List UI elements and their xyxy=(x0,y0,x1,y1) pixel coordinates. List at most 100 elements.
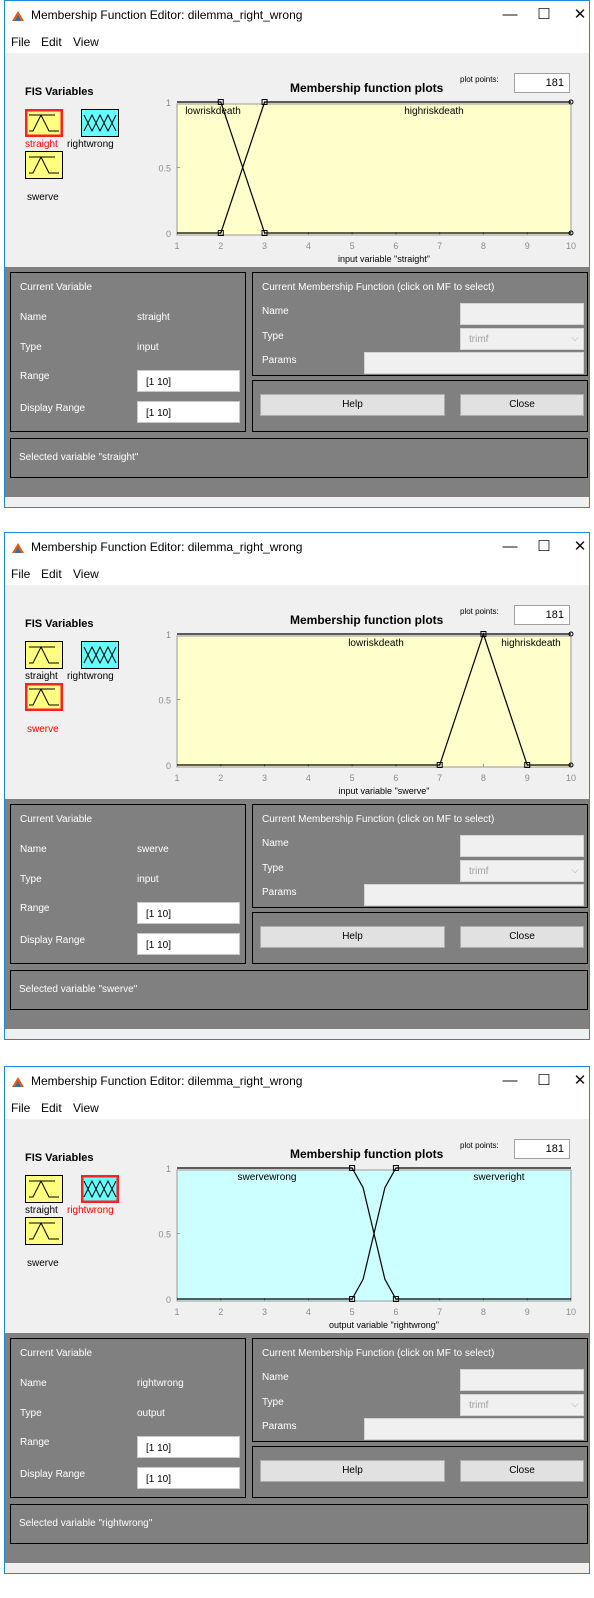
mf-editor-window: Membership Function Editor: dilemma_righ… xyxy=(4,532,590,1040)
menu-bar: File Edit View xyxy=(5,1097,589,1119)
menu-file[interactable]: File xyxy=(11,1101,30,1115)
range-input[interactable]: [1 10] xyxy=(137,902,240,924)
current-variable-panel: Current Variable Name rightwrong Type ou… xyxy=(10,1338,246,1498)
close-button[interactable]: Close xyxy=(460,1460,584,1482)
plot-area[interactable] xyxy=(176,635,572,768)
x-tick-label: 2 xyxy=(218,1307,223,1317)
close-window-button[interactable]: ✕ xyxy=(567,3,589,27)
x-tick-label: 2 xyxy=(218,773,223,783)
y-tick-label: 1 xyxy=(166,630,171,640)
title-bar[interactable]: Membership Function Editor: dilemma_righ… xyxy=(5,533,589,563)
menu-view[interactable]: View xyxy=(73,35,99,49)
matlab-icon xyxy=(12,543,24,553)
mf-type-value: trimf xyxy=(469,866,489,877)
variable-type-value: output xyxy=(137,1408,165,1419)
help-button[interactable]: Help xyxy=(260,926,445,948)
mf-label-swerveright[interactable]: swerveright xyxy=(473,1172,524,1183)
display-range-label: Display Range xyxy=(20,403,86,414)
membership-function-plot[interactable]: 0 0.5 1 1 2 3 4 5 6 7 8 9 10 input variable "straight… xyxy=(5,53,590,267)
x-tick-label: 8 xyxy=(481,1307,486,1317)
menu-view[interactable]: View xyxy=(73,1101,99,1115)
x-tick-label: 7 xyxy=(437,1307,442,1317)
current-variable-header: Current Variable xyxy=(20,282,93,293)
title-bar[interactable]: Membership Function Editor: dilemma_righ… xyxy=(5,1,589,31)
current-variable-panel: Current Variable Name straight Type inpu… xyxy=(10,272,246,432)
range-input[interactable]: [1 10] xyxy=(137,370,240,392)
display-range-label: Display Range xyxy=(20,1469,86,1480)
menu-edit[interactable]: Edit xyxy=(41,567,62,581)
close-button[interactable]: Close xyxy=(460,394,584,416)
mf-params-input[interactable] xyxy=(364,352,584,374)
type-label: Type xyxy=(20,874,42,885)
mf-type-select[interactable]: trimf ⌵ xyxy=(460,1394,584,1416)
x-tick-label: 3 xyxy=(262,773,267,783)
x-tick-label: 5 xyxy=(350,773,355,783)
display-range-input[interactable]: [1 10] xyxy=(137,1467,240,1489)
minimize-button[interactable]: — xyxy=(497,1069,523,1093)
type-label: Type xyxy=(20,1408,42,1419)
mf-label-highriskdeath[interactable]: highriskdeath xyxy=(404,106,463,117)
x-tick-label: 4 xyxy=(306,1307,311,1317)
y-tick-label: 0.5 xyxy=(158,1230,171,1240)
mf-name-input[interactable] xyxy=(460,303,584,325)
maximize-button[interactable]: ☐ xyxy=(531,1069,557,1093)
figure-area: FIS Variables straight rightwrong swerve… xyxy=(5,585,589,1029)
menu-view[interactable]: View xyxy=(73,567,99,581)
membership-function-plot[interactable]: 0 0.5 1 1 2 3 4 5 6 7 8 9 10 input variable "swerve" l… xyxy=(5,585,590,799)
chevron-down-icon: ⌵ xyxy=(571,1399,579,1410)
figure-area: FIS Variables straight rightwrong swerve… xyxy=(5,53,589,497)
mf-name-label: Name xyxy=(262,306,289,317)
display-range-label: Display Range xyxy=(20,935,86,946)
window-title: Membership Function Editor: dilemma_righ… xyxy=(31,1074,303,1088)
mf-type-select[interactable]: trimf ⌵ xyxy=(460,328,584,350)
menu-edit[interactable]: Edit xyxy=(41,1101,62,1115)
x-tick-label: 10 xyxy=(566,773,576,783)
mf-params-input[interactable] xyxy=(364,884,584,906)
mf-params-input[interactable] xyxy=(364,1418,584,1440)
help-button[interactable]: Help xyxy=(260,1460,445,1482)
current-mf-header: Current Membership Function (click on MF… xyxy=(262,282,495,293)
membership-function-plot[interactable]: 0 0.5 1 1 2 3 4 5 6 7 8 9 10 output variable "rightwr… xyxy=(5,1119,590,1333)
menu-edit[interactable]: Edit xyxy=(41,35,62,49)
matlab-icon xyxy=(12,1077,24,1087)
x-tick-label: 7 xyxy=(437,241,442,251)
x-axis-label: input variable "straight" xyxy=(338,254,430,264)
mf-name-label: Name xyxy=(262,838,289,849)
x-tick-label: 1 xyxy=(174,241,179,251)
menu-file[interactable]: File xyxy=(11,567,30,581)
close-window-button[interactable]: ✕ xyxy=(567,1069,589,1093)
display-range-input[interactable]: [1 10] xyxy=(137,401,240,423)
current-variable-header: Current Variable xyxy=(20,1348,93,1359)
mf-label-lowriskdeath[interactable]: lowriskdeath xyxy=(348,638,404,649)
minimize-button[interactable]: — xyxy=(497,535,523,559)
current-mf-header: Current Membership Function (click on MF… xyxy=(262,814,495,825)
chevron-down-icon: ⌵ xyxy=(571,865,579,876)
plot-area[interactable] xyxy=(176,103,572,236)
status-panel: Selected variable "rightwrong" xyxy=(10,1504,588,1544)
mf-label-highriskdeath[interactable]: highriskdeath xyxy=(501,638,560,649)
mf-editor-window: Membership Function Editor: dilemma_righ… xyxy=(4,0,590,508)
mf-type-select[interactable]: trimf ⌵ xyxy=(460,860,584,882)
maximize-button[interactable]: ☐ xyxy=(531,3,557,27)
mf-name-input[interactable] xyxy=(460,1369,584,1391)
title-bar[interactable]: Membership Function Editor: dilemma_righ… xyxy=(5,1067,589,1097)
mf-label-lowriskdeath[interactable]: lowriskdeath xyxy=(185,106,241,117)
menu-file[interactable]: File xyxy=(11,35,30,49)
mf-type-label: Type xyxy=(262,863,284,874)
range-input[interactable]: [1 10] xyxy=(137,1436,240,1458)
mf-name-input[interactable] xyxy=(460,835,584,857)
x-tick-label: 5 xyxy=(350,1307,355,1317)
close-button[interactable]: Close xyxy=(460,926,584,948)
x-tick-label: 5 xyxy=(350,241,355,251)
x-tick-label: 8 xyxy=(481,773,486,783)
mf-label-swervewrong[interactable]: swervewrong xyxy=(238,1172,297,1183)
display-range-input[interactable]: [1 10] xyxy=(137,933,240,955)
chevron-down-icon: ⌵ xyxy=(571,333,579,344)
maximize-button[interactable]: ☐ xyxy=(531,535,557,559)
lower-panel: Current Variable Name rightwrong Type ou… xyxy=(5,1333,589,1563)
close-window-button[interactable]: ✕ xyxy=(567,535,589,559)
help-button[interactable]: Help xyxy=(260,394,445,416)
minimize-button[interactable]: — xyxy=(497,3,523,27)
variable-type-value: input xyxy=(137,874,159,885)
y-tick-label: 0 xyxy=(166,229,171,239)
